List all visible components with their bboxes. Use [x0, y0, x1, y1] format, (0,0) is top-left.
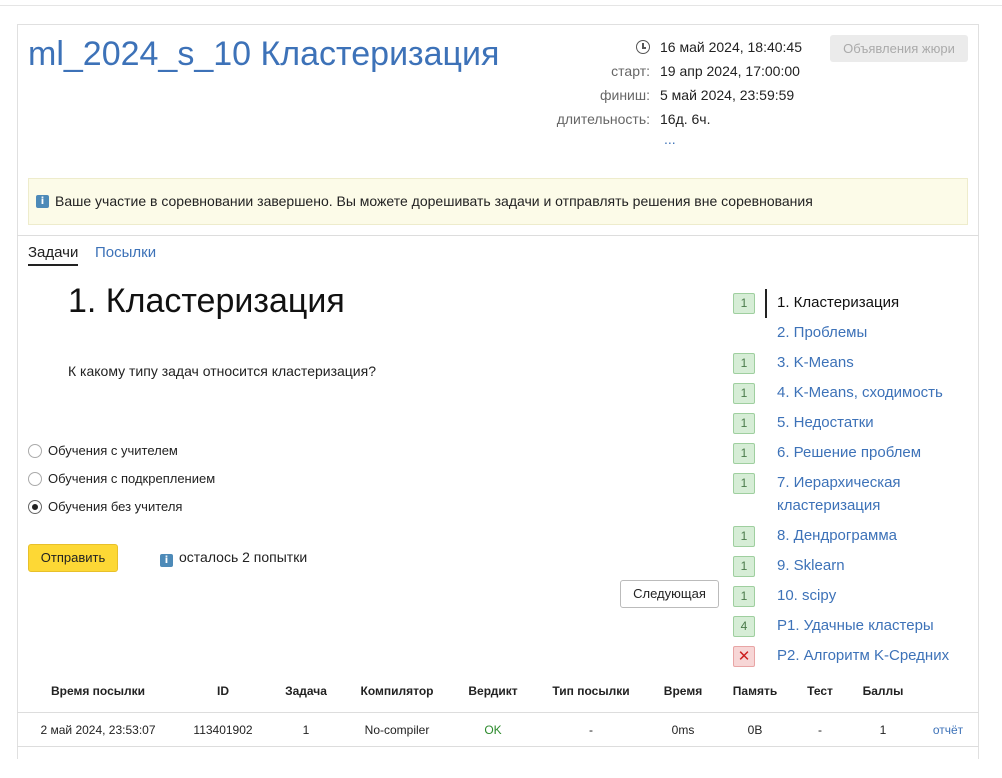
sidebar-item-problem-9[interactable]: 9. Sklearn: [777, 554, 845, 577]
cell-score: 1: [879, 723, 887, 737]
more-link[interactable]: ...: [664, 131, 676, 147]
radio-button[interactable]: [28, 444, 42, 458]
duration-value: 16д. 6ч.: [660, 111, 711, 127]
cell-memory: 0B: [747, 723, 763, 737]
sidebar-item-problem-1[interactable]: 1. Кластеризация: [777, 291, 899, 314]
problem-score-badge: 4: [733, 616, 755, 637]
sidebar-item-problem-7[interactable]: 7. Иерархическая кластеризация: [777, 471, 901, 517]
radio-button-checked[interactable]: [28, 500, 42, 514]
option-label[interactable]: Обучения с учителем: [48, 443, 178, 458]
attempts-remaining: i осталось 2 попытки: [160, 549, 308, 567]
column-header-id: ID: [217, 684, 229, 698]
column-header-verdict: Вердикт: [468, 684, 518, 698]
column-header-compiler: Компилятор: [360, 684, 434, 698]
sidebar-item-problem-5[interactable]: 5. Недостатки: [777, 411, 874, 434]
tab-submissions[interactable]: Посылки: [95, 244, 156, 261]
table-divider: [17, 712, 979, 713]
cell-task: 1: [302, 723, 310, 737]
problem-score-badge: 1: [733, 293, 755, 314]
active-tab-indicator: [28, 264, 78, 266]
problem-score-badge: 1: [733, 413, 755, 434]
problem-score-badge: 1: [733, 473, 755, 494]
sidebar-item-problem-10[interactable]: 10. scipy: [777, 584, 836, 607]
column-header-score: Баллы: [862, 684, 904, 698]
column-header-task: Задача: [285, 684, 327, 698]
finish-time: 5 май 2024, 23:59:59: [660, 87, 795, 103]
radio-button[interactable]: [28, 472, 42, 486]
start-time: 19 апр 2024, 17:00:00: [660, 63, 800, 79]
problem-title: 1. Кластеризация: [68, 282, 345, 320]
sidebar-item-label[interactable]: 7. Иерархическая: [777, 474, 901, 491]
start-label: старт:: [611, 63, 650, 79]
cell-verdict: OK: [484, 723, 502, 737]
column-header-memory: Память: [732, 684, 778, 698]
sidebar-item-label-line2[interactable]: кластеризация: [777, 497, 880, 514]
column-header-test: Тест: [807, 684, 833, 698]
clock-icon: [636, 40, 650, 54]
sidebar-item-problem-p1[interactable]: P1. Удачные кластеры: [777, 614, 934, 637]
sidebar-item-problem-6[interactable]: 6. Решение проблем: [777, 441, 921, 464]
jury-announcements-button[interactable]: Объявления жюри: [830, 35, 968, 62]
cell-test: -: [818, 723, 822, 737]
info-icon: i: [36, 195, 49, 208]
next-problem-button[interactable]: Следующая: [620, 580, 719, 608]
problem-score-badge: 1: [733, 383, 755, 404]
attempts-text: осталось 2 попытки: [179, 549, 308, 565]
column-header-time: Время посылки: [50, 684, 146, 698]
notice-text: Ваше участие в соревновании завершено. В…: [55, 193, 813, 209]
contest-title: ml_2024_s_10 Кластеризация: [28, 35, 500, 73]
current-time: 16 май 2024, 18:40:45: [660, 39, 803, 55]
problem-question: К какому типу задач относится кластериза…: [68, 363, 376, 379]
tab-problems[interactable]: Задачи: [28, 244, 78, 261]
cell-time: 2 май 2024, 23:53:07: [40, 723, 156, 737]
problem-score-badge: 1: [733, 556, 755, 577]
top-divider: [0, 5, 1002, 6]
finish-label: финиш:: [599, 87, 650, 103]
info-icon: i: [160, 554, 173, 567]
report-link[interactable]: отчёт: [933, 723, 963, 737]
sidebar-item-problem-p2[interactable]: P2. Алгоритм K-Средних: [777, 644, 949, 667]
submit-button[interactable]: Отправить: [28, 544, 118, 572]
sidebar-item-problem-8[interactable]: 8. Дендрограмма: [777, 524, 897, 547]
active-problem-indicator: [765, 289, 767, 318]
column-header-type: Тип посылки: [552, 684, 630, 698]
sidebar-item-problem-2[interactable]: 2. Проблемы: [777, 321, 867, 344]
problem-score-badge: 1: [733, 586, 755, 607]
cell-id: 113401902: [193, 723, 253, 737]
option-label[interactable]: Обучения без учителя: [48, 499, 182, 514]
duration-label: длительность:: [556, 111, 650, 127]
problem-score-badge: 1: [733, 443, 755, 464]
problem-score-badge: 1: [733, 526, 755, 547]
option-label[interactable]: Обучения с подкреплением: [48, 471, 215, 486]
cell-runtime: 0ms: [671, 723, 695, 737]
table-divider: [17, 746, 979, 747]
failed-close-icon: ✕: [733, 646, 755, 667]
header-divider: [17, 235, 979, 236]
sidebar-item-problem-3[interactable]: 3. K-Means: [777, 351, 854, 374]
cell-compiler: No-compiler: [364, 723, 430, 737]
sidebar-item-problem-4[interactable]: 4. K-Means, сходимость: [777, 381, 943, 404]
participation-notice: i Ваше участие в соревновании завершено.…: [28, 178, 968, 225]
problem-score-badge: 1: [733, 353, 755, 374]
column-header-runtime: Время: [663, 684, 703, 698]
cell-type: -: [589, 723, 593, 737]
